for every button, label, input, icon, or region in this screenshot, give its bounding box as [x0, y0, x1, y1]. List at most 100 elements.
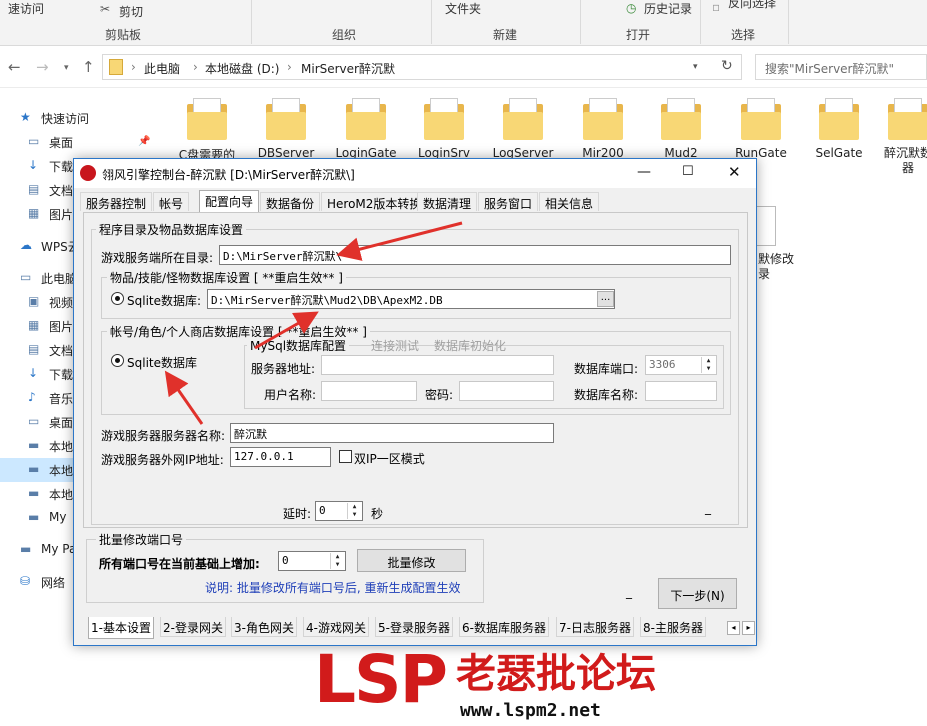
drive-icon: ▬ [28, 486, 40, 500]
test-connection-link[interactable]: 连接测试 [371, 337, 419, 354]
spin-arrows-icon[interactable]: ▲ ▼ [347, 503, 361, 519]
tab-login-gateway[interactable]: 2-登录网关 [160, 617, 226, 637]
wizard-panel: 程序目录及物品数据库设置 游戏服务端所在目录: D:\MirServer醉沉默\… [83, 212, 748, 528]
tab-log-server[interactable]: 7-日志服务器 [556, 617, 634, 637]
up-arrow-icon[interactable]: ↑ [82, 58, 95, 76]
dialog-titlebar[interactable]: 翎风引擎控制台-醉沉默 [D:\MirServer醉沉默\] — ☐ ✕ [74, 159, 756, 188]
minimize-icon[interactable]: — [637, 164, 651, 180]
folder-label: SelGate [815, 146, 863, 160]
folder-icon [819, 98, 859, 140]
server-address-input[interactable] [321, 355, 554, 375]
tab-data-backup[interactable]: 数据备份 [260, 192, 321, 211]
username-input[interactable] [321, 381, 417, 401]
sidebar-item[interactable]: ★ 快速访问 [0, 106, 155, 130]
address-toolbar: ← → ▾ ↑ › 此电脑 › 本地磁盘 (D:) › MirServer醉沉默… [0, 46, 927, 88]
batch-modify-button[interactable]: 批量修改 [357, 549, 466, 572]
folder-item[interactable]: Mud2 [641, 98, 721, 160]
folder-icon [109, 59, 123, 75]
scissors-icon: ✂ [100, 2, 111, 16]
recent-chevron-icon[interactable]: ▾ [64, 63, 69, 73]
folder-item[interactable]: DBServer [246, 98, 326, 160]
breadcrumb-this-pc[interactable]: 此电脑 [144, 60, 180, 77]
tab-service-window[interactable]: 服务窗口 [478, 192, 539, 211]
batch-increase-label: 所有端口号在当前基础上增加: [99, 557, 260, 571]
refresh-icon[interactable]: ↻ [721, 58, 733, 74]
ribbon-divider [700, 0, 701, 44]
tab-game-gateway[interactable]: 4-游戏网关 [303, 617, 369, 637]
delay-stepper[interactable]: 0 ▲ ▼ [315, 501, 363, 521]
scroll-left-icon[interactable]: ◂ [727, 621, 740, 635]
sqlite-path-input[interactable]: D:\MirServer醉沉默\Mud2\DB\ApexM2.DB [207, 289, 615, 309]
pin-icon[interactable]: 📌 [138, 136, 150, 147]
breadcrumb-drive[interactable]: 本地磁盘 (D:) [205, 60, 279, 77]
folder-item[interactable]: Mir200 [563, 98, 643, 160]
tab-db-server[interactable]: 6-数据库服务器 [459, 617, 549, 637]
tab-herom2-convert[interactable]: HeroM2版本转换 [321, 192, 428, 211]
file-label-extra[interactable]: 默修改 录 [758, 252, 794, 282]
tab-login-server[interactable]: 5-登录服务器 [375, 617, 453, 637]
new-folder-button[interactable]: 文件夹 [445, 0, 481, 17]
delay-unit: 秒 [371, 507, 384, 521]
invert-selection-label[interactable]: 反向选择 [728, 0, 776, 11]
breadcrumb-folder[interactable]: MirServer醉沉默 [301, 60, 395, 77]
tab-server-control[interactable]: 服务器控制 [80, 192, 153, 211]
sidebar-item-label: 本地 [49, 440, 74, 454]
invert-selection-button[interactable]: ▫ [712, 0, 720, 14]
sqlite-item-radio[interactable] [111, 292, 124, 305]
db-init-link[interactable]: 数据库初始化 [434, 337, 506, 354]
tab-related-info[interactable]: 相关信息 [539, 192, 600, 211]
tab-config-wizard[interactable]: 配置向导 [199, 190, 260, 212]
download-icon: ↓ [28, 366, 39, 380]
tab-basic-settings[interactable]: 1-基本设置 [88, 617, 154, 639]
db-port-stepper[interactable]: 3306 ▲ ▼ [645, 355, 717, 375]
external-ip-input[interactable]: 127.0.0.1 [230, 447, 331, 467]
sidebar-item[interactable]: ▭ 桌面 [0, 130, 155, 154]
spin-arrows-icon[interactable]: ▲ ▼ [330, 553, 344, 569]
cut-button[interactable]: 剪切 [119, 3, 143, 20]
scroll-right-icon[interactable]: ▸ [742, 621, 755, 635]
bottom-tabs: 1-基本设置 2-登录网关 3-角色网关 4-游戏网关 5-登录服务器 6-数据… [84, 617, 755, 639]
tab-data-cleanup[interactable]: 数据清理 [417, 192, 478, 211]
forward-arrow-icon[interactable]: → [36, 58, 49, 76]
search-input[interactable]: 搜索"MirServer醉沉默" [755, 54, 927, 80]
folder-item[interactable]: SelGate [799, 98, 879, 160]
sidebar-item-label: 网络 [41, 576, 66, 590]
sidebar-item-label: 快速访问 [41, 112, 90, 126]
tab-account[interactable]: 帐号 [153, 192, 190, 211]
download-icon: ↓ [28, 158, 39, 172]
db-port-value: 3306 [649, 358, 676, 371]
tab-main-server[interactable]: 8-主服务器 [640, 617, 706, 637]
folder-item[interactable]: C盘需要的 [167, 98, 247, 163]
spin-arrows-icon[interactable]: ▲ ▼ [701, 357, 715, 373]
sidebar-item-label: 下载 [49, 160, 74, 174]
folder-item[interactable]: 醉沉默数器 [868, 98, 927, 176]
db-name-input[interactable] [645, 381, 717, 401]
dual-ip-label: 双IP一区模式 [354, 452, 425, 466]
batch-increase-stepper[interactable]: 0 ▲ ▼ [278, 551, 346, 571]
batch-increase-value: 0 [282, 554, 289, 567]
history-button[interactable]: 历史记录 [644, 0, 692, 17]
close-icon[interactable]: ✕ [728, 163, 741, 181]
next-step-button[interactable]: 下一步(N) [658, 578, 737, 609]
maximize-icon[interactable]: ☐ [682, 164, 694, 179]
folder-item[interactable]: LogServer [483, 98, 563, 160]
server-name-input[interactable]: 醉沉默 [230, 423, 554, 443]
folder-item[interactable]: LoginGate [326, 98, 406, 160]
computer-icon: ▭ [20, 270, 32, 284]
folder-item[interactable]: RunGate [721, 98, 801, 160]
address-bar[interactable]: › 此电脑 › 本地磁盘 (D:) › MirServer醉沉默 ▾ ↻ [102, 54, 742, 80]
chevron-down-icon[interactable]: ▾ [693, 62, 698, 72]
password-input[interactable] [459, 381, 554, 401]
db-port-label: 数据库端口: [574, 362, 639, 376]
back-arrow-icon[interactable]: ← [8, 58, 21, 76]
tab-role-gateway[interactable]: 3-角色网关 [231, 617, 297, 637]
dual-ip-checkbox[interactable] [339, 450, 352, 463]
game-dir-input[interactable]: D:\MirServer醉沉默\ [219, 245, 731, 265]
sqlite-account-radio[interactable] [111, 354, 124, 367]
sidebar-item-label: 此电脑 [41, 272, 78, 286]
group-item-db-title: 物品/技能/怪物数据库设置 [ **重启生效** ] [107, 269, 346, 286]
browse-button[interactable]: ... [597, 291, 614, 307]
quick-access-label[interactable]: 速访问 [8, 0, 44, 17]
folder-item[interactable]: LoginSrv [404, 98, 484, 160]
group-batch-ports-title: 批量修改端口号 [96, 531, 187, 548]
